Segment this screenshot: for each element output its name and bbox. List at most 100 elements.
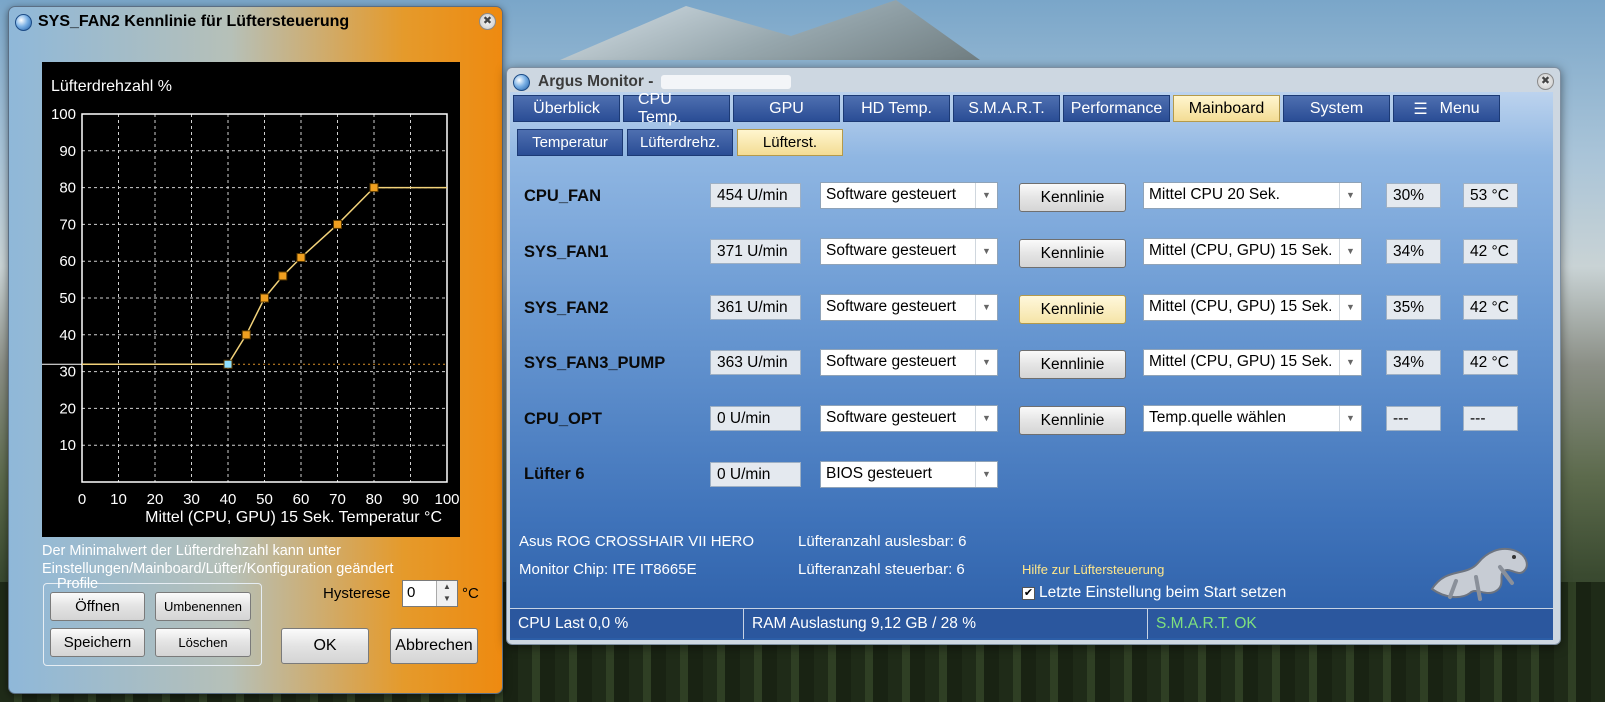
fan-mode-value: Software gesteuert [826,186,957,203]
fan-percent: 34% [1386,239,1441,264]
chevron-down-icon: ▼ [975,295,997,320]
delete-profile-button[interactable]: Löschen [155,628,251,657]
fan-mode-select[interactable]: Software gesteuert ▼ [820,405,998,432]
y-tick-label: 70 [59,216,76,233]
chevron-down-icon: ▼ [975,462,997,487]
fan-mode-select[interactable]: Software gesteuert ▼ [820,294,998,321]
tab-gpu[interactable]: GPU [733,95,840,122]
fan-rpm: 361 U/min [710,295,801,320]
monitor-chip: Monitor Chip: ITE IT8665E [519,561,697,578]
smart-status: S.M.A.R.T. OK [1156,614,1257,632]
curve-control-point [369,183,379,193]
subtab-temperature[interactable]: Temperatur [517,129,623,156]
hysteresis-label: Hysterese [323,585,391,602]
main-tab-bar: Überblick CPU Temp. GPU HD Temp. S.M.A.R… [513,91,1500,126]
close-icon[interactable]: ✖ [1537,73,1554,90]
curve-button[interactable]: Kennlinie [1019,295,1126,324]
temp-source-select[interactable]: Mittel CPU 20 Sek. ▼ [1143,182,1362,209]
checkmark-icon[interactable]: ✔ [1022,586,1035,600]
fan-temperature: 42 °C [1463,350,1518,375]
fan-percent: 34% [1386,350,1441,375]
curve-control-point [278,271,288,281]
apply-last-setting-checkbox[interactable]: ✔ Letzte Einstellung beim Start setzen [1022,584,1286,602]
ok-button[interactable]: OK [281,628,369,664]
fan-mode-select[interactable]: Software gesteuert ▼ [820,349,998,376]
hysteresis-value: 0 [407,584,416,601]
tab-performance[interactable]: Performance [1063,95,1170,122]
temp-source-select[interactable]: Mittel (CPU, GPU) 15 Sek. ▼ [1143,294,1362,321]
cancel-button[interactable]: Abbrechen [390,628,478,664]
dialog-title: SYS_FAN2 Kennlinie für Lüftersteuerung [38,13,350,30]
fan-rpm: 0 U/min [710,462,801,487]
fan-mode-value: Software gesteuert [826,242,957,259]
curve-button[interactable]: Kennlinie [1019,239,1126,268]
temp-source-select[interactable]: Mittel (CPU, GPU) 15 Sek. ▼ [1143,238,1362,265]
fan-name: CPU_FAN [524,187,602,205]
tab-hd-temp[interactable]: HD Temp. [843,95,950,122]
fan-percent: --- [1386,406,1441,431]
curve-button[interactable]: Kennlinie [1019,406,1126,435]
tab-smart[interactable]: S.M.A.R.T. [953,95,1060,122]
profile-group-label: Profile [57,576,99,592]
x-tick-label: 0 [78,491,86,508]
x-tick-label: 100 [434,491,459,508]
fan-temperature: 53 °C [1463,183,1518,208]
chevron-down-icon: ▼ [1339,295,1361,320]
curve-control-point [223,359,233,369]
fan-mode-value: Software gesteuert [826,298,957,315]
fan-rpm: 0 U/min [710,406,801,431]
curve-button[interactable]: Kennlinie [1019,183,1126,212]
fan-percent: 30% [1386,183,1441,208]
rename-profile-button[interactable]: Umbenennen [155,592,251,621]
fan-mode-select[interactable]: Software gesteuert ▼ [820,238,998,265]
fans-controllable: Lüfteranzahl steuerbar: 6 [798,561,965,578]
background-mountain [560,0,980,60]
temp-source-value: Mittel CPU 20 Sek. [1149,186,1280,203]
chevron-down-icon: ▼ [975,183,997,208]
chevron-down-icon: ▼ [975,350,997,375]
open-profile-button[interactable]: Öffnen [50,592,145,621]
fan-control-help-link[interactable]: Hilfe zur Lüftersteuerung [1022,562,1164,577]
y-axis-label: Lüfterdrehzahl % [51,78,172,95]
temp-source-value: Mittel (CPU, GPU) 15 Sek. [1149,298,1333,315]
y-tick-label: 10 [59,437,76,454]
curve-control-point [333,219,342,229]
min-value-note: Der Minimalwert der Lüfterdrehzahl kann … [42,543,394,577]
tab-menu[interactable]: ☰ Menu [1393,95,1500,122]
fan-mode-select[interactable]: Software gesteuert ▼ [820,182,998,209]
window-title: Argus Monitor - [538,73,654,90]
temp-source-value: Temp.quelle wählen [1149,409,1287,426]
argus-app-icon [15,13,32,31]
redacted-title-area [661,75,792,89]
fan-name: Lüfter 6 [524,465,585,483]
temp-source-select[interactable]: Mittel (CPU, GPU) 15 Sek. ▼ [1143,349,1362,376]
subtab-fan-speed[interactable]: Lüfterdrehz. [627,129,733,156]
curve-control-point [241,330,251,340]
close-icon[interactable]: ✖ [479,13,496,30]
y-tick-label: 20 [59,400,76,417]
fan-curve-svg[interactable]: 0 10 20 30 40 50 60 70 80 90 100 10 20 30 40 50 60 70 80 90… [42,62,460,537]
spin-arrows-icon[interactable]: ▲ ▼ [436,581,457,606]
fan-name: SYS_FAN1 [524,243,609,261]
fan-mode-select[interactable]: BIOS gesteuert ▼ [820,461,998,488]
save-profile-button[interactable]: Speichern [50,628,145,657]
board-name: Asus ROG CROSSHAIR VII HERO [519,533,755,550]
argus-app-icon [513,73,530,91]
subtab-fan-control[interactable]: Lüfterst. [737,129,843,156]
curve-button[interactable]: Kennlinie [1019,350,1126,379]
tab-mainboard[interactable]: Mainboard [1173,95,1280,122]
chevron-down-icon: ▼ [1339,350,1361,375]
x-axis-label: Mittel (CPU, GPU) 15 Sek. Temperatur °C [145,509,442,526]
curve-control-point [296,253,306,263]
fan-percent: 35% [1386,295,1441,320]
temp-source-value: Mittel (CPU, GPU) 15 Sek. [1149,242,1333,259]
tab-cpu-temp[interactable]: CPU Temp. [623,91,730,126]
fan-curve-chart[interactable]: 0 10 20 30 40 50 60 70 80 90 100 10 20 30 40 50 60 70 80 90… [42,62,460,537]
temp-source-select[interactable]: Temp.quelle wählen ▼ [1143,405,1362,432]
hysteresis-spinner[interactable]: 0 ▲ ▼ [402,580,458,607]
chevron-down-icon: ▼ [1339,183,1361,208]
tab-overview[interactable]: Überblick [513,95,620,122]
hysteresis-unit: °C [462,585,479,602]
tab-system[interactable]: System [1283,95,1390,122]
chevron-down-icon: ▼ [975,406,997,431]
